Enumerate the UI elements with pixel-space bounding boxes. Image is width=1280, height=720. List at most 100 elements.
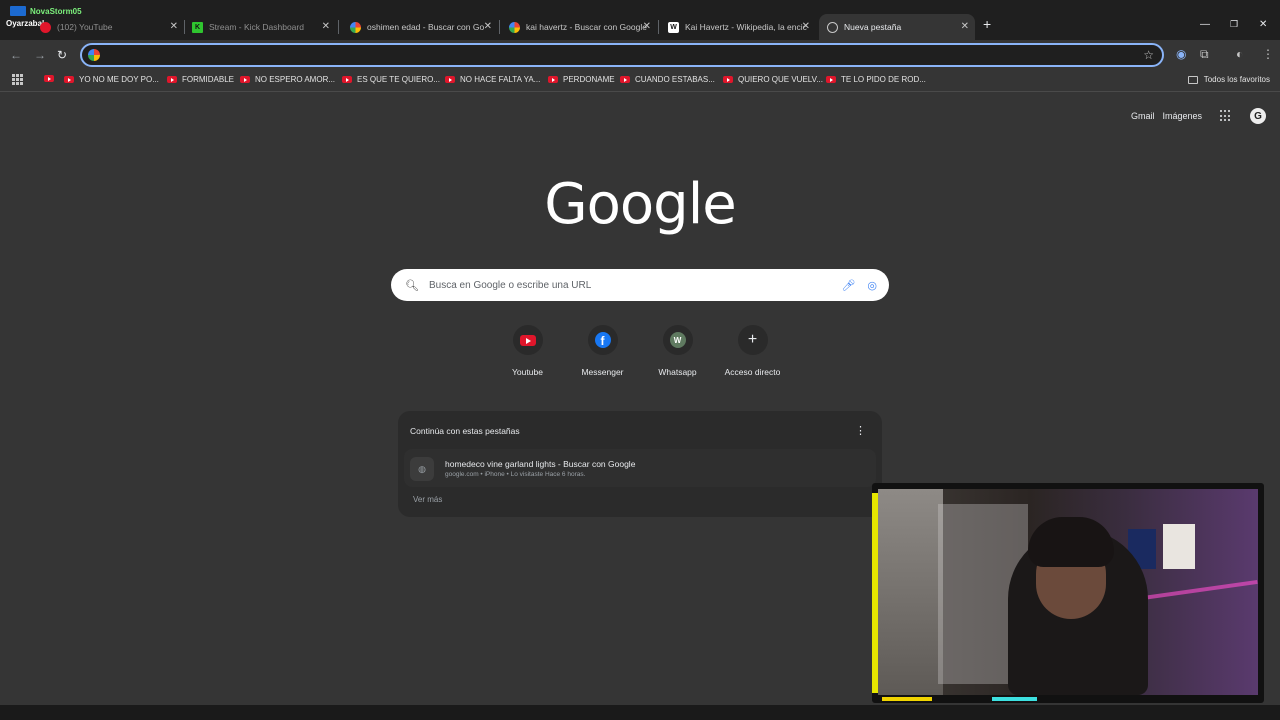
apps-icon[interactable] [12,74,23,85]
all-favorites[interactable]: Todos los favoritos [1187,75,1270,84]
see-more-link[interactable]: Ver más [413,495,442,504]
search-box[interactable]: 🔍︎ 🎤︎ ◎ [391,269,889,301]
google-icon [350,21,361,33]
address-input[interactable] [106,49,1162,61]
shortcut-label: Youtube [512,367,543,377]
tab-kick-dashboard[interactable]: K Stream - Kick Dashboard ✕ [184,14,336,40]
bookmark-item[interactable]: YO NO ME DOY PO... [64,75,159,84]
bookmark-item[interactable]: NO HACE FALTA YA... [445,75,540,84]
close-icon[interactable]: ✕ [643,21,651,32]
grammarly-icon[interactable]: ◐ [1236,47,1243,61]
back-icon[interactable]: ← [10,48,22,62]
tab-nueva-pestana[interactable]: Nueva pestaña ✕ [819,14,975,40]
close-icon[interactable]: ✕ [961,21,969,32]
bookmark-youtube[interactable] [44,75,59,82]
tab-youtube[interactable]: (102) YouTube ✕ [32,14,184,40]
tab-kai-havertz-wikipedia[interactable]: W Kai Havertz - Wikipedia, la encic ✕ [660,14,816,40]
tab-strip: NovaStorm05 Oyarzabal (102) YouTube ✕ K … [0,0,1280,40]
shortcut-label: Messenger [581,367,624,377]
tab-title: oshimen edad - Buscar con Go [367,22,485,32]
bookmark-item[interactable]: QUIERO QUE VUELV... [723,75,823,84]
bookmark-label: TE LO PIDO DE ROD... [841,75,926,84]
folder-icon [1187,75,1198,84]
tab-title: kai havertz - Buscar con Google [526,22,647,32]
google-icon [88,49,100,61]
shortcut-label: Acceso directo [724,367,781,377]
youtube-icon [519,334,536,346]
youtube-icon [826,76,836,83]
bookmark-item[interactable]: CUANDO ESTABAS... [620,75,715,84]
bookmark-item[interactable]: ES QUE TE QUIERO... [342,75,440,84]
microphone-icon[interactable]: 🎤︎ [841,279,855,292]
browser-toolbar: ← → ↻ ☆ ◉ ⧉ ◐ ⋮ [0,40,1280,70]
search-input[interactable] [428,279,842,291]
google-apps-icon[interactable] [1220,110,1232,122]
bookmark-label: ES QUE TE QUIERO... [357,75,440,84]
webcam-image [878,489,1258,695]
bookmark-item[interactable]: TE LO PIDO DE ROD... [826,75,926,84]
overlay-badge-icon [10,6,26,16]
bookmark-label: QUIERO QUE VUELV... [738,75,823,84]
new-tab-plus-icon[interactable]: + [983,16,991,32]
bookmarks-bar: YO NO ME DOY PO... FORMIDABLE NO ESPERO … [0,70,1280,92]
bookmark-label: FORMIDABLE [182,75,235,84]
kebab-icon[interactable]: ⋮ [855,424,866,437]
continue-tabs-card: Continúa con estas pestañas ⋮ ◍ homedeco… [398,411,882,517]
tab-title: Kai Havertz - Wikipedia, la encic [685,22,807,32]
close-icon[interactable]: ✕ [322,21,330,32]
youtube-icon [342,76,352,83]
youtube-icon [723,76,733,83]
youtube-icon [620,76,630,83]
youtube-icon [167,76,177,83]
tab-kai-havertz-search[interactable]: kai havertz - Buscar con Google ✕ [501,14,657,40]
shortcut-label: Whatsapp [658,367,697,377]
address-bar[interactable]: ☆ [80,43,1164,67]
google-top-links: Gmail Imágenes G [1131,108,1266,124]
close-icon[interactable]: ✕ [484,21,492,32]
close-icon[interactable]: ✕ [802,21,810,32]
kick-icon: K [192,21,203,33]
avatar[interactable]: G [1250,108,1266,124]
chrome-icon [827,21,838,33]
tab-title: Nueva pestaña [844,22,902,32]
shortcut-add[interactable]: + Acceso directo [715,325,790,377]
youtube-icon [445,76,455,83]
shortcut-whatsapp[interactable]: W Whatsapp [640,325,715,377]
search-icon: 🔍︎ [405,279,419,292]
close-icon[interactable]: ✕ [170,21,178,32]
youtube-icon [64,76,74,83]
tab-title: Stream - Kick Dashboard [209,22,304,32]
bookmark-label: YO NO ME DOY PO... [79,75,159,84]
youtube-icon [548,76,558,83]
google-icon [509,21,520,33]
forward-icon[interactable]: → [34,48,46,62]
item-meta: google.com • iPhone • Lo visitaste Hace … [445,471,586,478]
gmail-link[interactable]: Gmail [1131,111,1155,121]
youtube-icon [40,21,51,33]
media-cast-icon[interactable]: ◉ [1176,47,1186,61]
menu-kebab-icon[interactable]: ⋮ [1262,47,1274,61]
youtube-icon [44,75,54,82]
images-link[interactable]: Imágenes [1162,111,1202,121]
shortcuts: Youtube f Messenger W Whatsapp + Acceso … [0,325,1280,377]
tab-oshimen[interactable]: oshimen edad - Buscar con Go ✕ [342,14,498,40]
window-close-icon[interactable]: ✕ [1259,19,1267,30]
bottom-strip [0,705,1280,720]
restore-icon[interactable]: ❐ [1230,19,1238,30]
google-lens-icon[interactable]: ◎ [867,279,877,292]
shortcut-messenger[interactable]: f Messenger [565,325,640,377]
webcam-overlay [872,483,1264,703]
bookmark-item[interactable]: NO ESPERO AMOR... [240,75,335,84]
list-item[interactable]: ◍ homedeco vine garland lights - Buscar … [404,449,876,487]
bookmark-label: CUANDO ESTABAS... [635,75,715,84]
shortcut-youtube[interactable]: Youtube [490,325,565,377]
reload-icon[interactable]: ↻ [57,48,67,62]
bookmark-item[interactable]: FORMIDABLE [167,75,234,84]
bookmark-item[interactable]: PERDONAME [548,75,615,84]
wikipedia-icon: W [668,21,679,33]
extensions-icon[interactable]: ⧉ [1200,47,1209,62]
all-favorites-label: Todos los favoritos [1203,75,1270,84]
minimize-icon[interactable]: — [1200,19,1210,30]
bookmark-star-icon[interactable]: ☆ [1143,48,1154,62]
bookmark-label: NO ESPERO AMOR... [255,75,336,84]
